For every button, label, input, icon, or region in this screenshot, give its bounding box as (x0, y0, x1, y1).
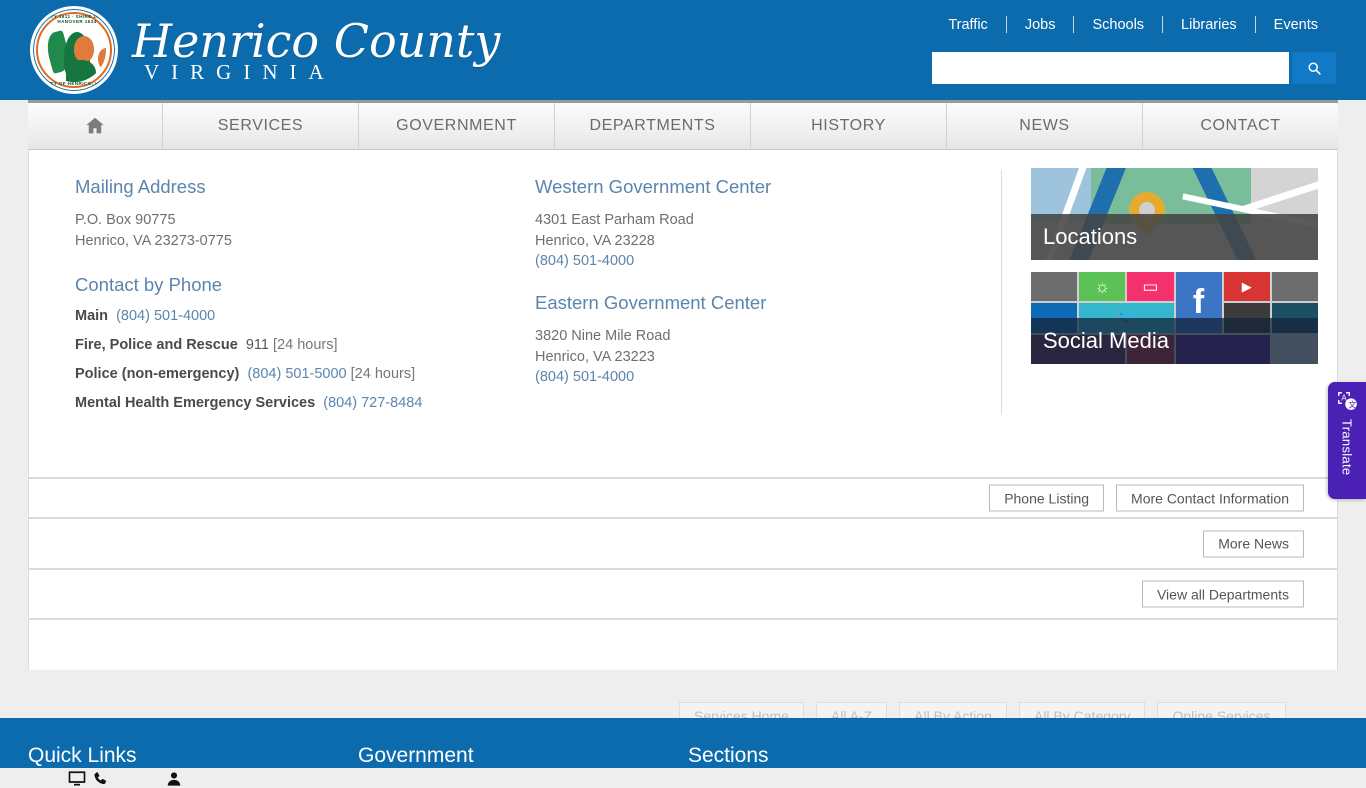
search-bar (932, 52, 1336, 84)
mailing-address-heading: Mailing Address (75, 176, 206, 197)
seal-text-top: CITY 1611 · SHIRE 1634 · HANOVER 1634 (45, 14, 109, 24)
phone-note: [24 hours] (350, 366, 416, 382)
phone-label: Mental Health Emergency Services (75, 395, 316, 411)
row-divider (29, 618, 1337, 621)
western-center-phone[interactable]: (804) 501-4000 (535, 253, 634, 269)
footer-heading-sections: Sections (688, 744, 769, 767)
tile-social-media-label: Social Media (1031, 318, 1318, 364)
phone-listing-button[interactable]: Phone Listing (989, 484, 1105, 512)
contact-column-left: Mailing Address P.O. Box 90775 Henrico, … (75, 176, 505, 424)
utility-link-libraries[interactable]: Libraries (1163, 17, 1255, 33)
nav-item-services[interactable]: SERVICES (163, 103, 359, 149)
translate-widget[interactable]: A 文 Translate (1328, 382, 1366, 499)
utility-link-traffic[interactable]: Traffic (930, 17, 1005, 33)
contact-column-right: Locations ☼ ▭ f ▶ 🐦 (1031, 168, 1318, 376)
phone-row-fire-police-rescue: Fire, Police and Rescue 911 [24 hours] (75, 337, 505, 353)
phone-number-link[interactable]: (804) 727-8484 (323, 395, 422, 411)
footer-heading-government: Government (358, 744, 474, 767)
utility-nav: Traffic Jobs Schools Libraries Events (930, 16, 1336, 33)
nav-item-departments[interactable]: DEPARTMENTS (555, 103, 751, 149)
mailing-address-line2: Henrico, VA 23273-0775 (75, 233, 232, 249)
contact-by-phone-heading: Contact by Phone (75, 274, 223, 295)
phone-note: [24 hours] (273, 337, 338, 353)
nav-item-contact[interactable]: CONTACT (1143, 103, 1338, 149)
utility-link-events[interactable]: Events (1256, 17, 1336, 33)
utility-link-schools[interactable]: Schools (1074, 17, 1162, 33)
site-footer: Quick Links Government Sections (0, 718, 1366, 768)
utility-link-jobs[interactable]: Jobs (1007, 17, 1074, 33)
western-center-heading: Western Government Center (535, 176, 772, 197)
search-icon (1307, 61, 1321, 75)
eastern-center-line1: 3820 Nine Mile Road (535, 328, 671, 344)
departments-row: View all Departments (29, 568, 1337, 618)
main-navigation: SERVICES GOVERNMENT DEPARTMENTS HISTORY … (28, 100, 1338, 150)
translate-label: Translate (1339, 419, 1355, 476)
column-divider (1001, 170, 1002, 415)
western-center-line1: 4301 East Parham Road (535, 212, 694, 228)
phone-label: Fire, Police and Rescue (75, 337, 238, 353)
phone-number-link[interactable]: (804) 501-4000 (116, 308, 215, 324)
phone-label: Main (75, 308, 109, 324)
svg-text:文: 文 (1348, 399, 1356, 409)
eastern-center-phone[interactable]: (804) 501-4000 (535, 369, 634, 385)
search-button[interactable] (1292, 52, 1336, 84)
phone-row-police-non-emergency: Police (non-emergency) (804) 501-5000 [2… (75, 366, 505, 382)
site-name: Henrico County (132, 13, 501, 68)
tile-locations[interactable]: Locations (1031, 168, 1318, 260)
home-icon (86, 117, 104, 134)
contact-column-middle: Western Government Center 4301 East Parh… (535, 176, 965, 386)
phone-icon[interactable] (92, 771, 108, 787)
nav-item-government[interactable]: GOVERNMENT (359, 103, 555, 149)
eastern-center-heading: Eastern Government Center (535, 292, 767, 313)
eastern-center-line2: Henrico, VA 23223 (535, 349, 655, 365)
tile-locations-label: Locations (1031, 214, 1318, 260)
contact-buttons-row: Phone Listing More Contact Information (29, 477, 1337, 517)
contact-section: Mailing Address P.O. Box 90775 Henrico, … (29, 150, 1337, 477)
phone-label: Police (non-emergency) (75, 366, 240, 382)
translate-icon: A 文 (1337, 392, 1357, 410)
footer-heading-quick-links: Quick Links (28, 744, 137, 767)
nav-item-home[interactable] (28, 103, 163, 149)
mailing-address-line1: P.O. Box 90775 (75, 212, 176, 228)
view-all-departments-button[interactable]: View all Departments (1141, 580, 1304, 608)
county-seal-icon: CITY 1611 · SHIRE 1634 · HANOVER 1634 CO… (30, 6, 118, 94)
nav-item-history[interactable]: HISTORY (751, 103, 947, 149)
more-contact-information-button[interactable]: More Contact Information (1116, 484, 1304, 512)
tile-social-media[interactable]: ☼ ▭ f ▶ 🐦 Social Media (1031, 272, 1318, 364)
person-icon[interactable] (166, 771, 182, 787)
western-center-line2: Henrico, VA 23228 (535, 233, 655, 249)
page-container: Mailing Address P.O. Box 90775 Henrico, … (28, 150, 1338, 786)
nav-item-news[interactable]: NEWS (947, 103, 1143, 149)
monitor-icon[interactable] (68, 770, 86, 788)
phone-row-main: Main (804) 501-4000 (75, 308, 505, 324)
seal-text-bottom: COUNTY OF HENRICO, VIRGINIA (35, 81, 118, 86)
site-logo[interactable]: CITY 1611 · SHIRE 1634 · HANOVER 1634 CO… (30, 6, 500, 94)
news-row: More News (29, 517, 1337, 568)
more-news-button[interactable]: More News (1203, 530, 1304, 557)
site-header: CITY 1611 · SHIRE 1634 · HANOVER 1634 CO… (0, 0, 1366, 100)
phone-number-link[interactable]: (804) 501-5000 (247, 366, 346, 382)
phone-row-mental-health: Mental Health Emergency Services (804) 7… (75, 395, 505, 411)
inmate-icon-row (68, 770, 182, 788)
phone-number: 911 (245, 337, 269, 353)
search-input[interactable] (932, 52, 1289, 84)
